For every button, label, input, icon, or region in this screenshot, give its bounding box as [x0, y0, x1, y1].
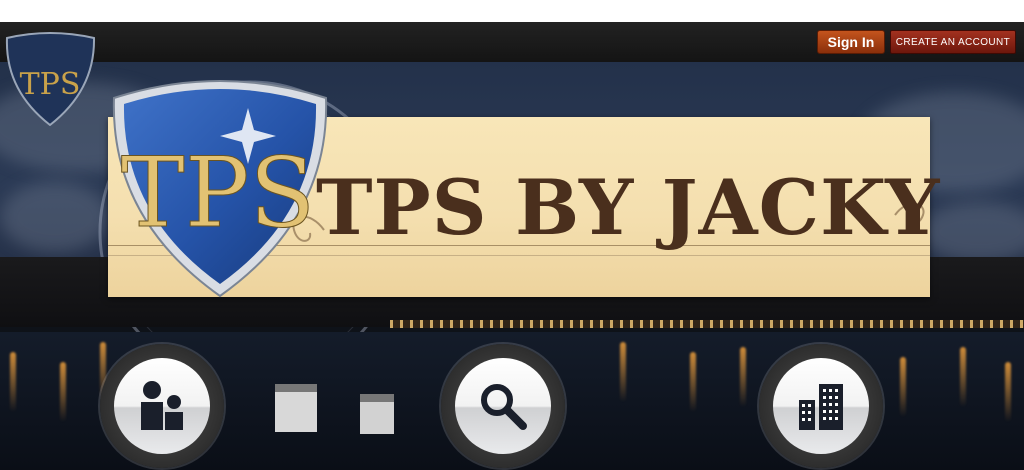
search-button[interactable] — [441, 344, 565, 468]
top-white-strip — [0, 0, 1024, 22]
search-icon — [481, 384, 527, 430]
people-button[interactable] — [100, 344, 224, 468]
small-tps-shield-logo[interactable]: TPS — [3, 30, 98, 126]
people-icon — [141, 381, 183, 430]
river-boat — [275, 384, 394, 434]
sign-in-button[interactable]: Sign In — [817, 30, 885, 54]
buildings-icon — [799, 384, 843, 430]
svg-text:TPS: TPS — [20, 67, 81, 102]
people-button-face — [114, 358, 210, 454]
create-account-button[interactable]: CREATE AN ACCOUNT — [890, 30, 1016, 54]
bridge-lights — [390, 320, 1024, 328]
search-button-face — [455, 358, 551, 454]
buildings-button-face — [773, 358, 869, 454]
site-title: TPS BY JACKY — [316, 163, 941, 252]
svg-text:TPS: TPS — [121, 137, 315, 249]
buildings-button[interactable] — [759, 344, 883, 468]
tps-shield-logo[interactable]: TPS — [108, 68, 332, 300]
